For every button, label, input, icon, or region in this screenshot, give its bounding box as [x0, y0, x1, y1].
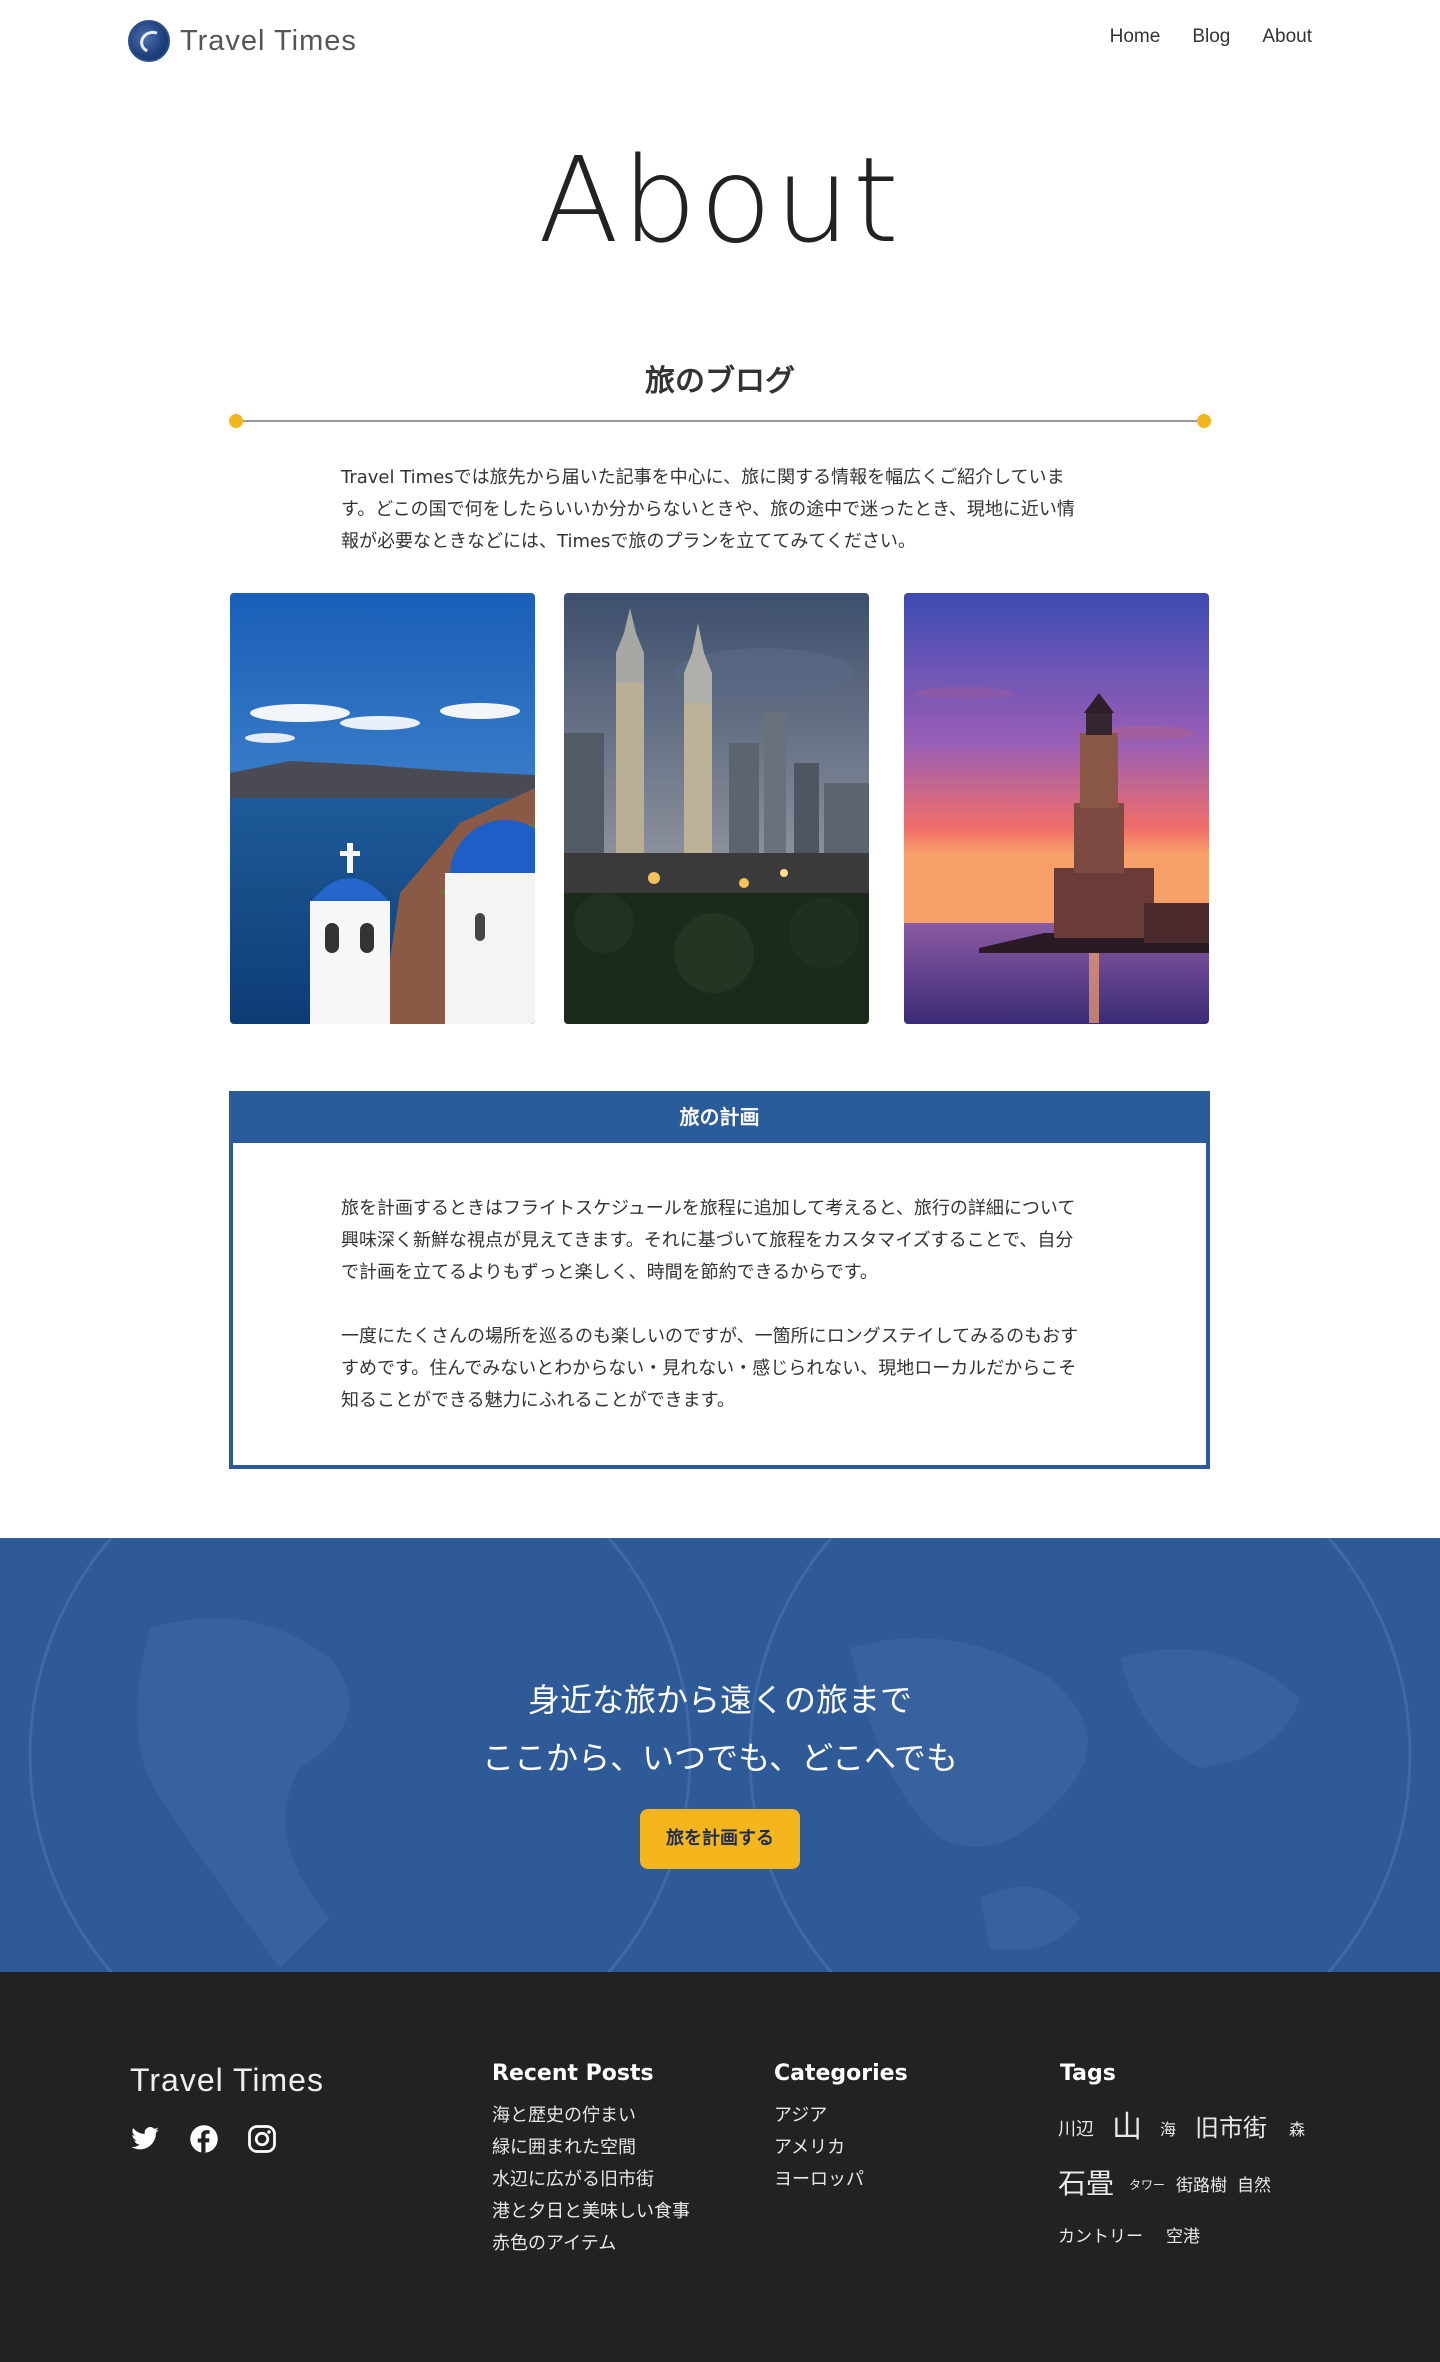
- recent-post-link[interactable]: 水辺に広がる旧市街: [492, 2164, 690, 2196]
- recent-post-link[interactable]: 海と歴史の佇まい: [492, 2100, 690, 2132]
- category-link[interactable]: ヨーロッパ: [774, 2164, 864, 2196]
- photo-santorini: [230, 593, 535, 1024]
- recent-post-link[interactable]: 港と夕日と美味しい食事: [492, 2196, 690, 2228]
- recent-posts-list: 海と歴史の佇まい 緑に囲まれた空間 水辺に広がる旧市街 港と夕日と美味しい食事 …: [492, 2100, 690, 2260]
- site-logo[interactable]: Travel Times: [128, 20, 357, 62]
- plan-trip-button[interactable]: 旅を計画する: [640, 1809, 800, 1869]
- cta-headline-1: 身近な旅から遠くの旅まで: [527, 1681, 912, 1719]
- category-link[interactable]: アメリカ: [774, 2132, 864, 2164]
- nav-blog[interactable]: Blog: [1192, 26, 1230, 48]
- recent-post-link[interactable]: 緑に囲まれた空間: [492, 2132, 690, 2164]
- cta-headline-2: ここから、いつでも、どこへでも: [482, 1739, 958, 1777]
- plan-card-title: 旅の計画: [229, 1091, 1210, 1143]
- main-nav: Home Blog About: [1110, 26, 1312, 48]
- intro-text: Travel Timesでは旅先から届いた記事を中心に、旅に関する情報を幅広くご…: [341, 467, 1075, 552]
- twitter-icon[interactable]: [130, 2124, 160, 2154]
- globe-logo-icon: [128, 20, 170, 62]
- categories-title: Categories: [774, 2061, 908, 2086]
- photo-kuala-lumpur: [564, 593, 869, 1024]
- category-link[interactable]: アジア: [774, 2100, 864, 2132]
- nav-home[interactable]: Home: [1110, 26, 1161, 48]
- plan-paragraph-1: 旅を計画するときはフライトスケジュールを旅程に追加して考えると、旅行の詳細につい…: [341, 1198, 1076, 1283]
- categories-list: アジア アメリカ ヨーロッパ: [774, 2100, 864, 2196]
- plan-paragraph-2: 一度にたくさんの場所を巡るのも楽しいのですが、一箇所にロングステイしてみるのもお…: [341, 1326, 1079, 1411]
- section-heading: 旅のブログ: [645, 364, 795, 399]
- photo-lighthouse: [904, 593, 1209, 1024]
- instagram-icon[interactable]: [247, 2124, 277, 2154]
- recent-post-link[interactable]: 赤色のアイテム: [492, 2228, 690, 2260]
- recent-posts-title: Recent Posts: [492, 2061, 654, 2086]
- footer-brand[interactable]: Travel Times: [130, 2062, 324, 2099]
- heading-divider: [235, 420, 1205, 422]
- facebook-icon[interactable]: [189, 2124, 219, 2154]
- divider-dot-right: [1197, 414, 1211, 428]
- divider-dot-left: [229, 414, 243, 428]
- nav-about[interactable]: About: [1262, 26, 1312, 48]
- logo-text: Travel Times: [180, 24, 357, 57]
- site-footer: [0, 1972, 1440, 2362]
- tags-title: Tags: [1060, 2061, 1116, 2086]
- page-title: About: [538, 131, 902, 269]
